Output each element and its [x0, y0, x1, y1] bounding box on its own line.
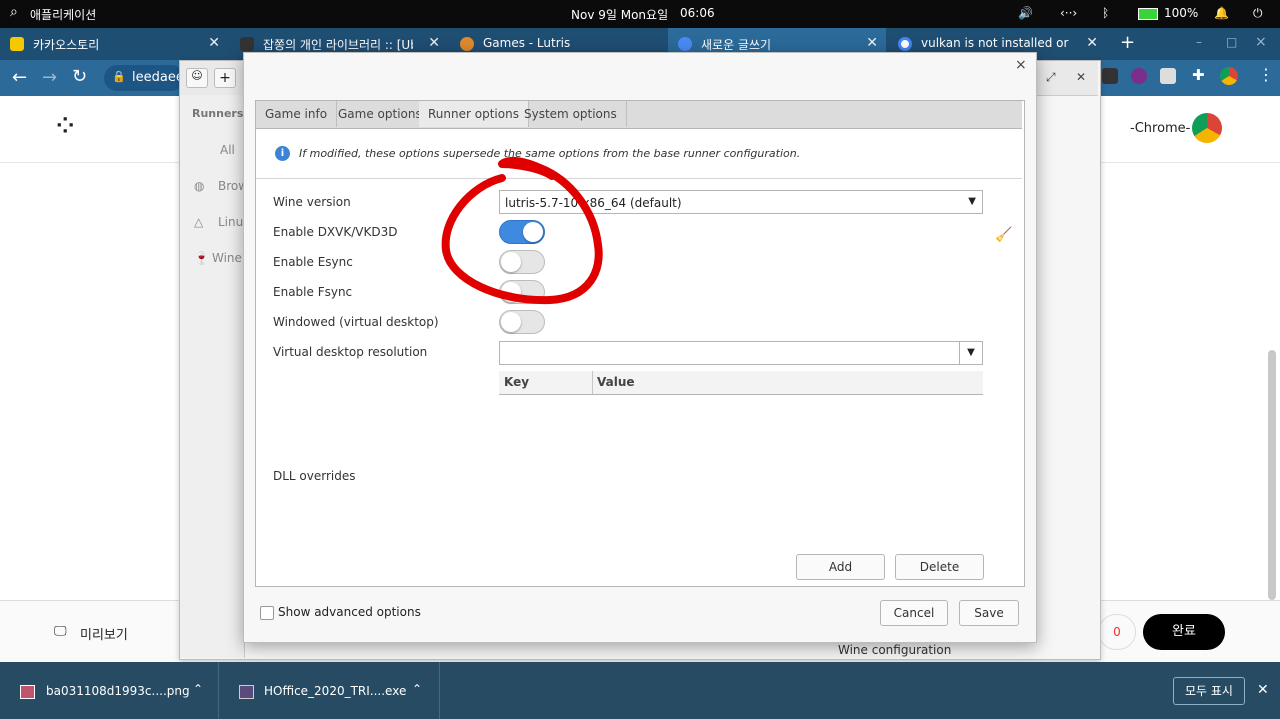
chevron-down-icon: ▼ — [959, 342, 982, 364]
show-all-downloads-button[interactable]: 모두 표시 — [1173, 677, 1245, 705]
new-tab-button[interactable]: + — [1120, 32, 1135, 53]
more-menu-icon[interactable]: ⋮ — [1258, 65, 1274, 84]
chevron-up-icon[interactable]: ⌃ — [412, 682, 422, 696]
battery-level: 100% — [1164, 6, 1199, 20]
profile-chrome-icon[interactable] — [1220, 67, 1238, 85]
close-window-button[interactable]: × — [1255, 34, 1267, 50]
battery-icon[interactable] — [1138, 8, 1158, 20]
extension-icon[interactable] — [1102, 68, 1118, 84]
minimize-button[interactable]: – — [1196, 35, 1202, 49]
close-icon[interactable]: ✕ — [208, 35, 220, 51]
linux-runner-icon: △ — [194, 215, 204, 229]
chevron-up-icon[interactable]: ⌃ — [193, 682, 203, 696]
dll-overrides-table-header: Key Value — [499, 371, 983, 395]
extension-box-icon[interactable] — [1160, 68, 1176, 84]
forward-icon[interactable]: → — [42, 67, 57, 88]
column-divider — [592, 371, 593, 394]
puzzle-icon[interactable]: ✚ — [1192, 66, 1205, 84]
column-value[interactable]: Value — [597, 375, 635, 389]
sidebar-item-wine[interactable]: Wine — [212, 251, 242, 265]
preview-button[interactable]: 미리보기 — [80, 624, 128, 643]
tab-system-options[interactable]: System options — [515, 101, 627, 127]
reload-icon[interactable]: ↻ — [72, 66, 87, 87]
tistory-icon — [240, 37, 254, 51]
kakao-story-icon — [10, 37, 24, 51]
dll-overrides-table-body[interactable] — [499, 395, 983, 545]
search-icon[interactable]: ⌕ — [10, 4, 18, 20]
sidebar-title: Runners — [192, 107, 244, 120]
tab-runner-options[interactable]: Runner options — [419, 101, 529, 127]
download-item-exe[interactable]: HOffice_2020_TRI....exe ⌃ — [219, 662, 440, 719]
add-game-button[interactable]: + — [214, 68, 236, 88]
browser-runner-icon: ◍ — [194, 179, 205, 193]
close-icon[interactable]: ✕ — [1086, 35, 1098, 51]
count-badge[interactable]: 0 — [1098, 614, 1136, 650]
download-shelf: ba031108d1993c....png ⌃ HOffice_2020_TRI… — [0, 662, 1280, 719]
add-button[interactable]: Add — [796, 554, 885, 580]
monitor-icon: 🖵 — [54, 624, 67, 639]
esync-label: Enable Esync — [273, 255, 353, 269]
annotation-circle — [441, 157, 603, 305]
extension-a-icon[interactable] — [1131, 68, 1147, 84]
delete-button[interactable]: Delete — [895, 554, 984, 580]
advanced-options-label: Show advanced options — [278, 605, 421, 619]
options-tabs: Game info Game options Runner options Sy… — [256, 101, 1022, 129]
tab-game-options[interactable]: Game options — [329, 101, 432, 127]
applications-menu[interactable]: 애플리케이션 — [30, 6, 96, 23]
fullscreen-icon[interactable]: ⤢ — [1046, 70, 1056, 85]
page-scrollbar[interactable] — [1268, 350, 1276, 600]
exe-file-icon — [239, 685, 254, 699]
network-icon[interactable]: ‹··› — [1060, 6, 1077, 20]
chrome-icon — [678, 37, 692, 51]
info-icon: i — [275, 146, 290, 161]
dialog-close-button[interactable]: × — [1015, 57, 1027, 73]
chrome-label: -Chrome- — [1130, 121, 1191, 136]
notification-bell-icon[interactable]: 🔔 — [1214, 6, 1229, 20]
dxvk-label: Enable DXVK/VKD3D — [273, 225, 398, 239]
chrome-logo-icon — [1192, 113, 1222, 143]
wine-runner-icon: 🍷 — [194, 251, 209, 265]
tistory-logo[interactable]: ⁘ — [56, 114, 76, 139]
close-icon[interactable]: ✕ — [866, 35, 878, 51]
save-button[interactable]: Save — [959, 600, 1019, 626]
address-field[interactable]: 🔒 leedaee — [104, 65, 184, 91]
user-icon[interactable]: ☺ — [186, 68, 208, 88]
reset-broom-icon[interactable]: 🧹 — [995, 227, 1012, 243]
vd-resolution-dropdown[interactable]: ▼ — [499, 341, 983, 365]
browser-tab-kakao[interactable]: 카카오스토리 ✕ — [0, 28, 228, 60]
system-date[interactable]: Nov 9일 Mon요일 — [571, 6, 668, 23]
close-icon[interactable]: ✕ — [1076, 70, 1086, 84]
back-icon[interactable]: ← — [12, 67, 27, 88]
dll-overrides-label: DLL overrides — [273, 469, 356, 483]
image-file-icon — [20, 685, 35, 699]
volume-icon[interactable]: 🔊 — [1018, 6, 1033, 20]
divider — [256, 178, 1022, 179]
windowed-toggle[interactable] — [499, 310, 545, 334]
close-icon[interactable]: ✕ — [428, 35, 440, 51]
lutris-sidebar: Runners All ◍ Brow △ Linux 🍷 Wine — [180, 95, 250, 658]
bluetooth-off-icon[interactable]: ᛒ — [1102, 6, 1109, 20]
vd-resolution-label: Virtual desktop resolution — [273, 345, 428, 359]
sidebar-item-all[interactable]: All — [220, 143, 235, 157]
maximize-button[interactable]: □ — [1226, 35, 1237, 49]
google-icon — [898, 37, 912, 51]
advanced-options-checkbox[interactable] — [260, 606, 274, 620]
cancel-button[interactable]: Cancel — [880, 600, 948, 626]
system-clock[interactable]: 06:06 — [680, 6, 715, 20]
download-item-png[interactable]: ba031108d1993c....png ⌃ — [0, 662, 219, 719]
chevron-down-icon: ▼ — [968, 196, 976, 207]
wine-version-label: Wine version — [273, 195, 351, 209]
done-button[interactable]: 완료 — [1143, 614, 1225, 650]
power-icon[interactable]: ⏻ — [1253, 6, 1263, 21]
toggle-knob — [501, 312, 521, 332]
tab-game-info[interactable]: Game info — [256, 101, 338, 127]
system-top-bar: ⌕ 애플리케이션 Nov 9일 Mon요일 06:06 🔊 ‹··› ᛒ 100… — [0, 0, 1280, 28]
windowed-label: Windowed (virtual desktop) — [273, 315, 439, 329]
fsync-label: Enable Fsync — [273, 285, 353, 299]
lock-icon: 🔒 — [112, 70, 126, 83]
column-key[interactable]: Key — [504, 375, 529, 389]
lutris-status: Wine configuration — [838, 643, 952, 657]
lutris-icon — [460, 37, 474, 51]
close-icon[interactable]: ✕ — [1257, 682, 1269, 698]
